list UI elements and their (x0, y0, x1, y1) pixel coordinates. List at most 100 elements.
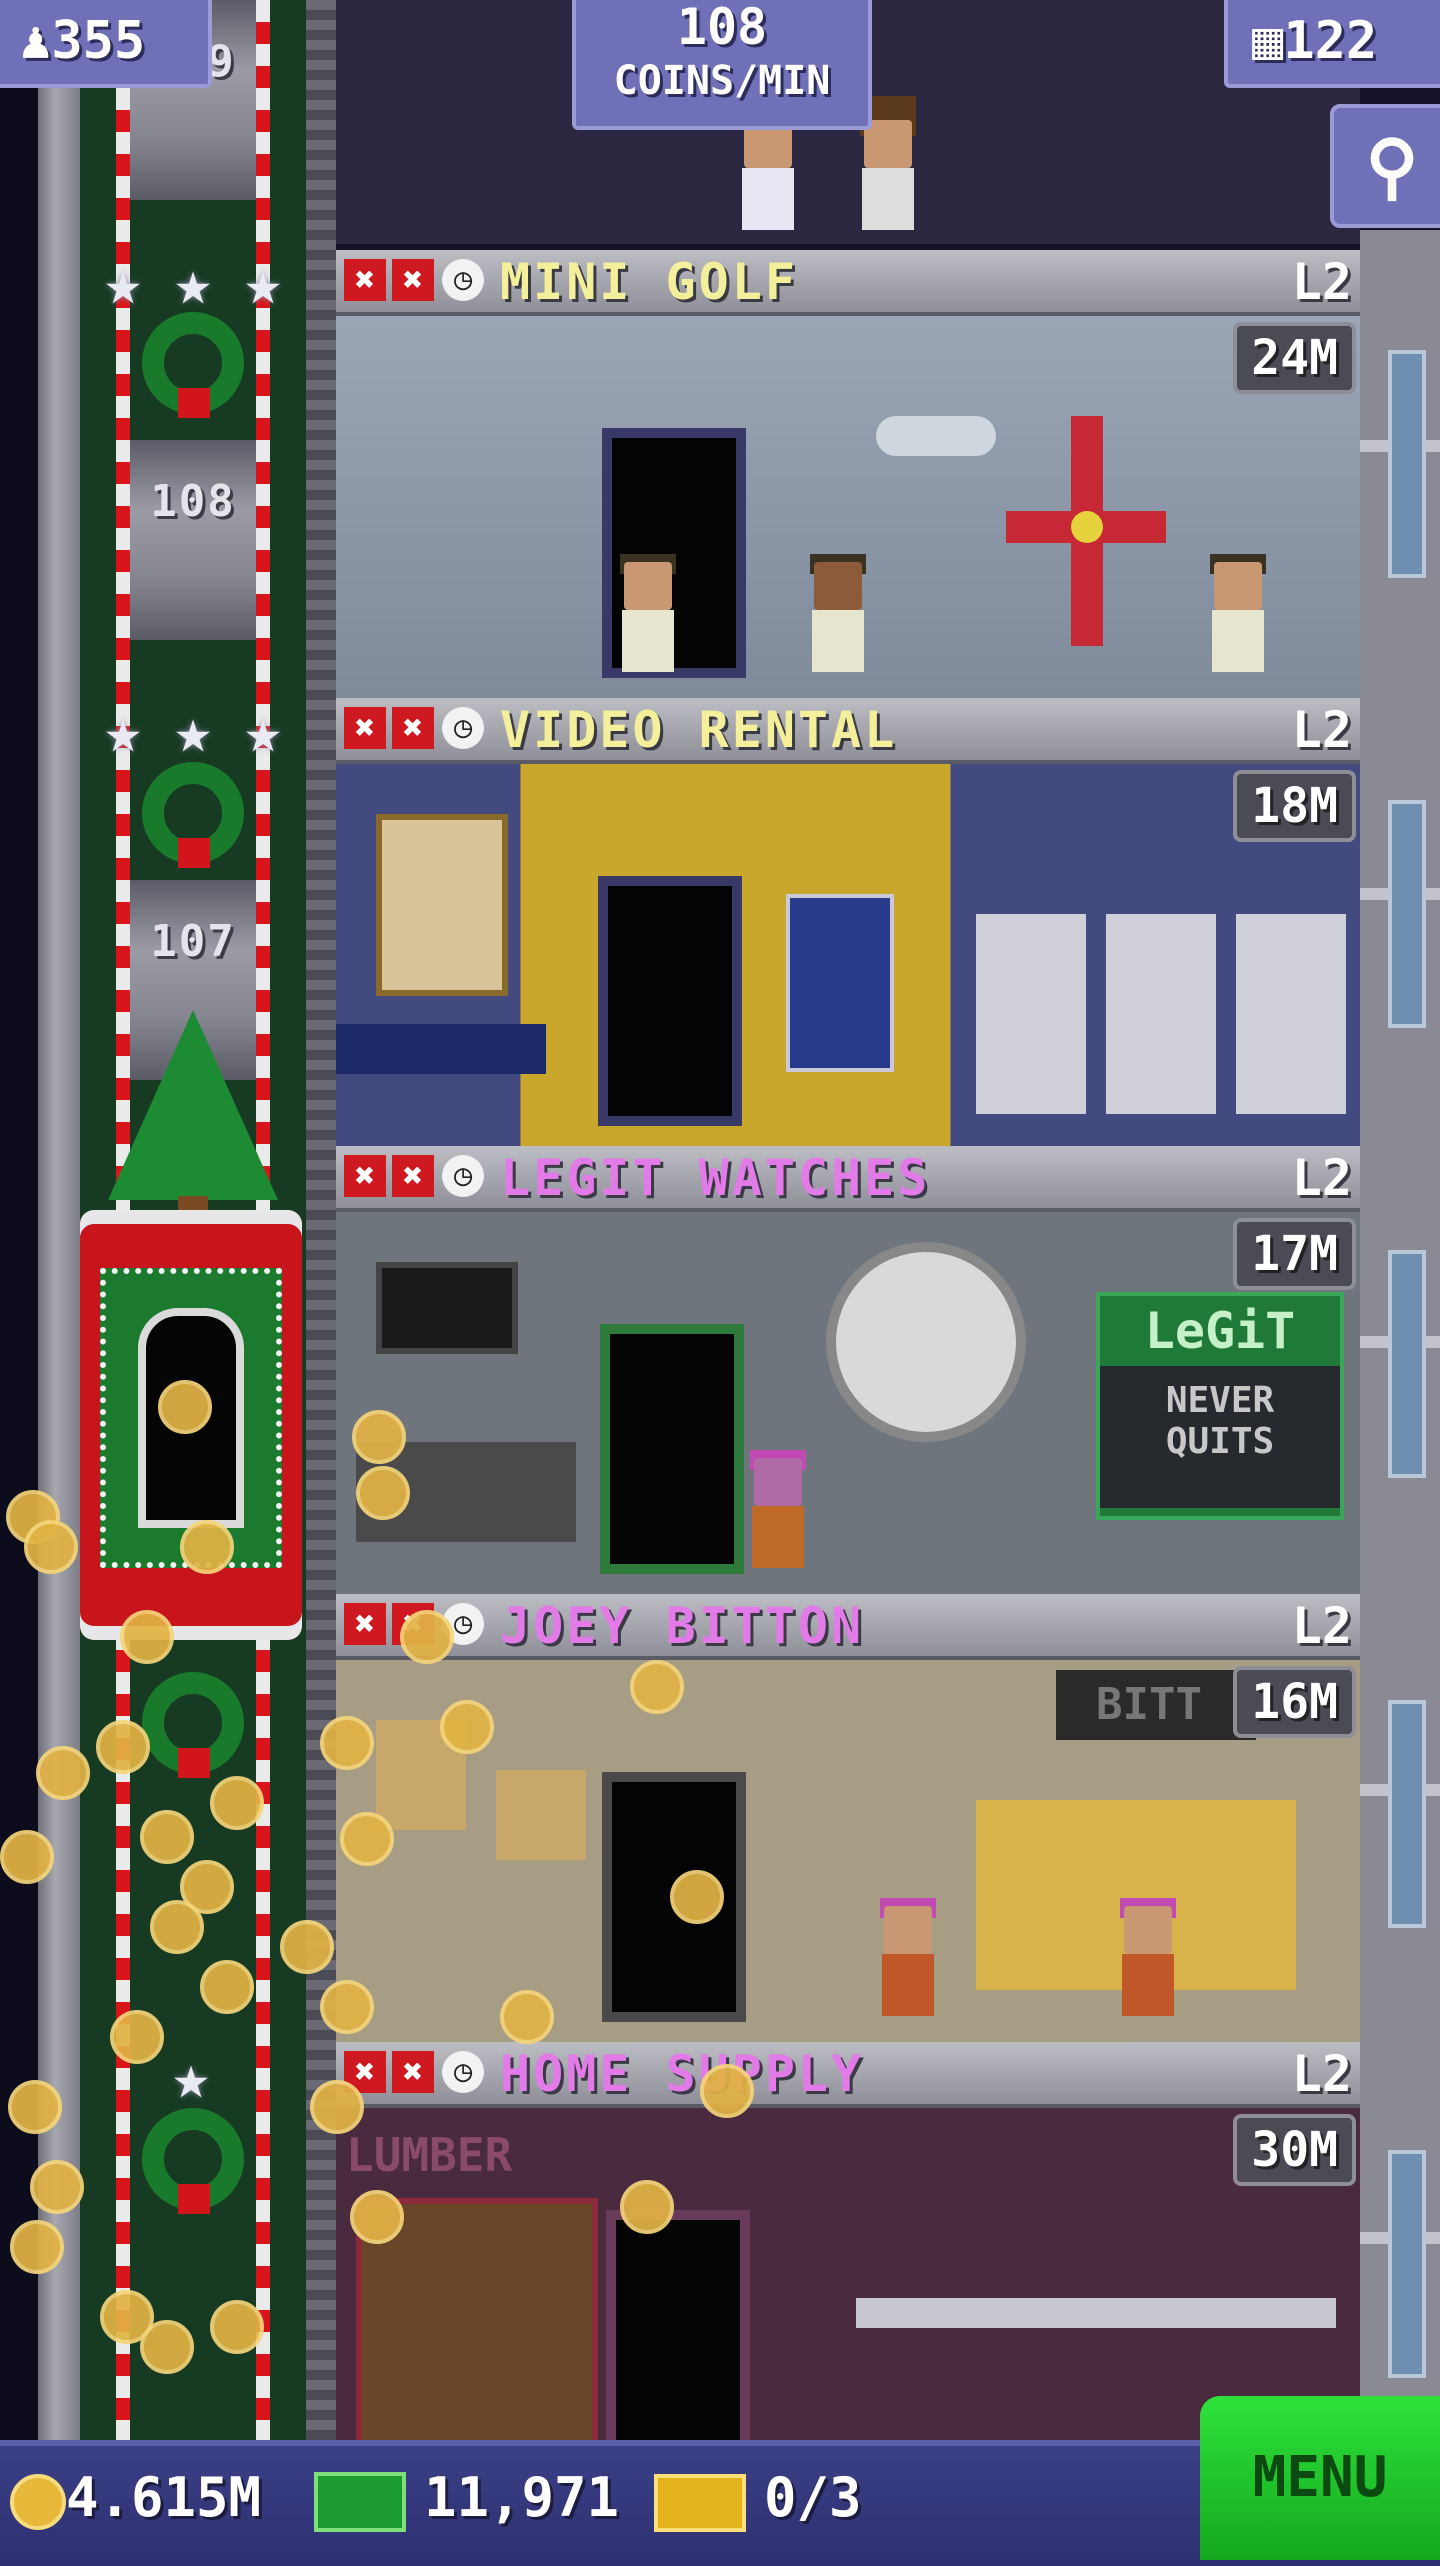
floor-mini-golf[interactable]: ✖ ✖ ◷ MINI GOLF L2 24M (336, 250, 1360, 698)
floor-video-rental[interactable]: ✖ ✖ ◷ VIDEO RENTAL L2 18M (336, 698, 1360, 1146)
coins-per-min-display: 108 COINS/MIN (572, 0, 872, 130)
building-left-wall (38, 0, 80, 2440)
sold-out-icon: ✖ (392, 1155, 434, 1197)
shaft-floor-108: 108 (130, 440, 256, 640)
sold-out-icon: ✖ (344, 707, 386, 749)
stock-timer: 18M (1233, 770, 1356, 842)
sold-out-icon: ✖ (344, 1603, 386, 1645)
magnifier-icon: ⚲ (1365, 124, 1419, 208)
legit-sign-line3: QUITS (1165, 1421, 1275, 1462)
bitizen[interactable] (616, 554, 680, 672)
legit-sign-line1: LeGiT (1144, 1302, 1296, 1360)
christmas-tree-decoration (108, 1000, 278, 1214)
menu-button[interactable]: MENU (1200, 2396, 1440, 2560)
floor-name: LEGIT WATCHES (500, 1149, 931, 1207)
floor-joey-bitton[interactable]: ✖ ✖ ◷ JOEY BITTON L2 BITT 16M (336, 1594, 1360, 2042)
stock-timer: 30M (1233, 2114, 1356, 2186)
window (1388, 1700, 1426, 1928)
window (1388, 1250, 1426, 1478)
coins-per-min-value: 108 (676, 0, 768, 56)
clock-icon: ◷ (442, 707, 484, 749)
building-left-edge (0, 0, 38, 2440)
sold-out-icon: ✖ (392, 707, 434, 749)
tool-shelf (856, 2298, 1336, 2328)
floor-header: ✖ ✖ ◷ HOME SUPPLY L2 (336, 2042, 1360, 2108)
floor-home-supply[interactable]: ✖ ✖ ◷ HOME SUPPLY L2 LUMBER 30M (336, 2042, 1360, 2440)
sold-out-icon: ✖ (344, 259, 386, 301)
floor-header: ✖ ✖ ◷ LEGIT WATCHES L2 (336, 1146, 1360, 1212)
floor-level: L2 (1291, 2045, 1352, 2103)
floor-room (336, 316, 1360, 698)
floor-header: ✖ ✖ ◷ VIDEO RENTAL L2 (336, 698, 1360, 764)
stock-timer: 16M (1233, 1666, 1356, 1738)
floor-name: JOEY BITTON (500, 1597, 865, 1655)
video-shelf (976, 914, 1086, 1114)
floor-level: L2 (1291, 1149, 1352, 1207)
bux-icon (314, 2472, 406, 2532)
sold-out-icon: ✖ (392, 2051, 434, 2093)
floor-name: VIDEO RENTAL (500, 701, 898, 759)
shaft-separator (306, 0, 336, 2440)
floor-header: ✖ ✖ ◷ JOEY BITTON L2 (336, 1594, 1360, 1660)
wreath-decoration (128, 2086, 258, 2236)
photo-frame (496, 1770, 586, 1860)
floor-level: L2 (1291, 701, 1352, 759)
bitizen[interactable] (876, 1898, 940, 2016)
clock-decoration (826, 1242, 1026, 1442)
tv-screen (376, 1262, 518, 1354)
legit-sign: LeGiT NEVER QUITS (1096, 1292, 1344, 1520)
floor-level: L2 (1291, 253, 1352, 311)
wreath-decoration (128, 740, 258, 890)
bitizen[interactable] (746, 1450, 810, 1568)
shaft-floor-number: 107 (150, 916, 236, 967)
floor-room: LUMBER (336, 2108, 1360, 2440)
bux-value[interactable]: 11,971 (424, 2458, 619, 2538)
floor-counter[interactable]: ▦122 (1224, 0, 1440, 88)
bitizen[interactable] (736, 120, 800, 230)
shop-door (600, 1324, 744, 1574)
bitizen[interactable] (1116, 1898, 1180, 2016)
floor-room: LeGiT NEVER QUITS (336, 1212, 1360, 1594)
counter (336, 1024, 546, 1074)
golden-ticket-icon (654, 2474, 746, 2532)
building-icon: ▦ (1252, 11, 1284, 71)
zoom-button[interactable]: ⚲ (1330, 104, 1440, 228)
floor-name: HOME SUPPLY (500, 2045, 865, 2103)
bitizen[interactable] (806, 554, 870, 672)
tickets-value[interactable]: 0/3 (764, 2458, 862, 2538)
stock-timer: 24M (1233, 322, 1356, 394)
coins-value[interactable]: 4.615M (66, 2458, 261, 2538)
window (1388, 800, 1426, 1028)
floor-count-value: 122 (1283, 11, 1378, 71)
population-value: 355 (51, 11, 146, 71)
population-counter[interactable]: ♟355 (0, 0, 212, 88)
person-icon: ♟ (20, 11, 52, 71)
window (1388, 2150, 1426, 2378)
floor-legit-watches[interactable]: ✖ ✖ ◷ LEGIT WATCHES L2 LeGiT NEVER QUITS… (336, 1146, 1360, 1594)
lumber-sign: LUMBER (346, 2128, 513, 2182)
wreath-decoration (128, 290, 258, 440)
bitton-sign: BITT (1056, 1670, 1256, 1740)
coin-icon (10, 2474, 66, 2530)
floor-room (336, 764, 1360, 1146)
shop-door (606, 2210, 750, 2440)
coins-per-min-unit: COINS/MIN (613, 58, 831, 104)
floor-level: L2 (1291, 1597, 1352, 1655)
stock-timer: 17M (1233, 1218, 1356, 1290)
clock-icon: ◷ (442, 1155, 484, 1197)
clock-icon: ◷ (442, 2051, 484, 2093)
window (1388, 350, 1426, 578)
floor-header: ✖ ✖ ◷ MINI GOLF L2 (336, 250, 1360, 316)
windmill-decoration (1006, 416, 1166, 656)
video-shelf (1106, 914, 1216, 1114)
video-shelf (1236, 914, 1346, 1114)
shaft-floor-number: 108 (150, 476, 236, 527)
arcade-machine (786, 894, 894, 1072)
poster-decoration (376, 814, 508, 996)
shop-door (598, 876, 742, 1126)
legit-sign-line2: NEVER (1165, 1380, 1275, 1421)
bitizen[interactable] (856, 96, 920, 230)
clock-icon: ◷ (442, 259, 484, 301)
sold-out-icon: ✖ (344, 1155, 386, 1197)
bitizen[interactable] (1206, 554, 1270, 672)
